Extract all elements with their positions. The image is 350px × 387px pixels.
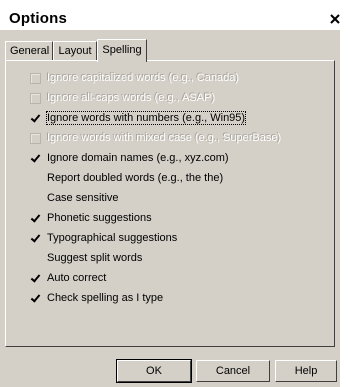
checkbox[interactable] (30, 72, 41, 84)
options-dialog: Options General Layout Spelling Ignore c… (0, 0, 350, 387)
tab-general[interactable]: General (5, 41, 53, 60)
checkbox[interactable] (30, 113, 41, 124)
option-ignore-mixed-case[interactable]: Ignore words with mixed case (e.g., Supe… (30, 130, 281, 146)
option-label: Ignore words with mixed case (e.g., Supe… (47, 132, 282, 144)
option-suggest-split-words[interactable]: Suggest split words (30, 250, 142, 266)
option-ignore-numbers[interactable]: Ignore words with numbers (e.g., Win95) (30, 110, 247, 126)
option-label: Case sensitive (47, 192, 119, 204)
checkbox[interactable] (30, 213, 41, 224)
checkbox[interactable] (30, 293, 41, 304)
option-label: Check spelling as I type (47, 292, 164, 304)
option-label: Phonetic suggestions (47, 212, 152, 224)
option-label: Typographical suggestions (47, 232, 178, 244)
help-button[interactable]: Help (275, 360, 337, 382)
checkbox[interactable] (30, 253, 41, 264)
checkbox[interactable] (30, 153, 41, 164)
checkbox[interactable] (30, 233, 41, 244)
option-label: Ignore words with numbers (e.g., Win95) (45, 111, 247, 125)
option-label: Ignore domain names (e.g., xyz.com) (47, 152, 229, 164)
option-label: Suggest split words (47, 252, 143, 264)
checkbox[interactable] (30, 273, 41, 284)
option-typographical-suggestions[interactable]: Typographical suggestions (30, 230, 177, 246)
cancel-button[interactable]: Cancel (196, 360, 270, 382)
option-ignore-capitalized[interactable]: Ignore capitalized words (e.g., Canada) (30, 70, 239, 86)
spelling-tab-panel: Ignore capitalized words (e.g., Canada) … (5, 60, 335, 347)
option-ignore-domain-names[interactable]: Ignore domain names (e.g., xyz.com) (30, 150, 229, 166)
option-label: Report doubled words (e.g., the the) (47, 172, 224, 184)
dialog-body: General Layout Spelling Ignore capitaliz… (0, 30, 340, 387)
checkbox[interactable] (30, 92, 41, 104)
checkbox[interactable] (30, 132, 41, 144)
ok-button[interactable]: OK (116, 359, 192, 383)
option-check-spelling-as-i-type[interactable]: Check spelling as I type (30, 290, 163, 306)
option-label: Ignore all-caps words (e.g., ASAP) (47, 92, 216, 104)
option-label: Auto correct (47, 272, 107, 284)
option-auto-correct[interactable]: Auto correct (30, 270, 106, 286)
option-phonetic-suggestions[interactable]: Phonetic suggestions (30, 210, 152, 226)
checkbox[interactable] (30, 173, 41, 184)
close-button[interactable] (328, 12, 342, 26)
tab-layout[interactable]: Layout (53, 41, 97, 60)
option-report-doubled-words[interactable]: Report doubled words (e.g., the the) (30, 170, 223, 186)
tab-spelling[interactable]: Spelling (97, 39, 147, 62)
option-label: Ignore capitalized words (e.g., Canada) (47, 72, 239, 84)
close-icon (330, 14, 340, 24)
option-case-sensitive[interactable]: Case sensitive (30, 190, 119, 206)
checkbox[interactable] (30, 193, 41, 204)
option-ignore-all-caps[interactable]: Ignore all-caps words (e.g., ASAP) (30, 90, 215, 106)
dialog-title: Options (9, 10, 68, 27)
